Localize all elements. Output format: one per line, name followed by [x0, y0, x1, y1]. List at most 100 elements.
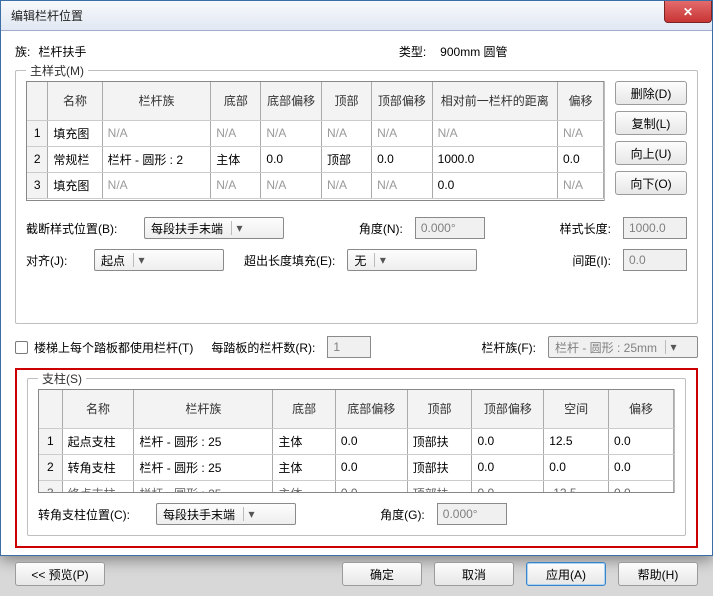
table-cell[interactable]: N/A	[372, 120, 433, 146]
table-cell[interactable]: N/A	[321, 172, 371, 198]
table-cell[interactable]: 栏杆 - 圆形 : 25	[134, 428, 273, 454]
table-cell[interactable]: N/A	[102, 120, 211, 146]
table-cell[interactable]: 1	[39, 428, 62, 454]
table-cell[interactable]: N/A	[211, 172, 261, 198]
type-label: 类型:	[399, 43, 426, 60]
table-cell[interactable]: 0.0	[544, 454, 609, 480]
table-cell[interactable]: 3	[39, 480, 62, 493]
table-cell[interactable]: N/A	[261, 172, 322, 198]
table-cell[interactable]: 顶部	[321, 146, 371, 172]
pcol-boff: 底部偏移	[335, 390, 407, 428]
chevron-down-icon: ▾	[133, 253, 149, 267]
break-select[interactable]: 每段扶手末端 ▾	[144, 217, 284, 239]
table-row[interactable]: 2常规栏栏杆 - 圆形 : 2主体0.0顶部0.01000.00.0	[27, 146, 603, 172]
table-cell[interactable]: N/A	[372, 172, 433, 198]
baluster-family-select[interactable]: 栏杆 - 圆形 : 25mm ▾	[548, 336, 698, 358]
preview-button[interactable]: << 预览(P)	[15, 562, 105, 586]
justify-row: 对齐(J): 起点 ▾ 超出长度填充(E): 无 ▾ 间距(I): 0.0	[26, 249, 687, 271]
col-dist: 相对前一栏杆的距离	[432, 82, 557, 120]
col-toff: 顶部偏移	[372, 82, 433, 120]
table-cell[interactable]: 0.0	[261, 146, 322, 172]
table-row[interactable]: 1填充图N/AN/AN/AN/AN/AN/AN/A	[27, 120, 603, 146]
table-cell[interactable]: 栏杆 - 圆形 : 25	[134, 454, 273, 480]
table-row[interactable]: 3终点支柱栏杆 - 圆形 : 25主体0.0顶部扶0.0-12.50.0	[39, 480, 673, 493]
dialog-title: 编辑栏杆位置	[11, 7, 83, 24]
table-cell[interactable]: N/A	[557, 120, 603, 146]
help-button[interactable]: 帮助(H)	[618, 562, 698, 586]
table-cell[interactable]: 填充图	[48, 172, 102, 198]
col-top: 顶部	[321, 82, 371, 120]
table-cell[interactable]: 转角支柱	[62, 454, 134, 480]
pcol-bottom: 底部	[273, 390, 336, 428]
table-row[interactable]: 2转角支柱栏杆 - 圆形 : 25主体0.0顶部扶0.00.00.0	[39, 454, 673, 480]
table-cell[interactable]: N/A	[557, 172, 603, 198]
table-cell[interactable]: 常规栏	[48, 146, 102, 172]
table-cell[interactable]: 0.0	[609, 428, 674, 454]
per-tread-input[interactable]: 1	[327, 336, 371, 358]
table-cell[interactable]: 栏杆 - 圆形 : 2	[102, 146, 211, 172]
corner-select-value: 每段扶手末端	[163, 506, 235, 523]
overflow-select[interactable]: 无 ▾	[347, 249, 477, 271]
table-cell[interactable]: 3	[27, 172, 48, 198]
justify-select[interactable]: 起点 ▾	[94, 249, 224, 271]
table-cell[interactable]: 主体	[273, 480, 336, 493]
stair-row: 楼梯上每个踏板都使用栏杆(T) 每踏板的栏杆数(R): 1 栏杆族(F): 栏杆…	[15, 336, 698, 358]
move-up-button[interactable]: 向上(U)	[615, 141, 687, 165]
apply-button[interactable]: 应用(A)	[526, 562, 606, 586]
table-row[interactable]: 3填充图N/AN/AN/AN/AN/A0.0N/A	[27, 172, 603, 198]
copy-button[interactable]: 复制(L)	[615, 111, 687, 135]
table-cell[interactable]: N/A	[432, 120, 557, 146]
table-cell[interactable]: 0.0	[472, 428, 544, 454]
table-cell[interactable]: 栏杆 - 圆形 : 25	[134, 480, 273, 493]
table-cell[interactable]: 起点支柱	[62, 428, 134, 454]
stair-checkbox[interactable]	[15, 341, 28, 354]
spacing-value: 0.0	[629, 253, 646, 267]
angle-n-input[interactable]: 0.000°	[415, 217, 485, 239]
angle-g-input[interactable]: 0.000°	[437, 503, 507, 525]
table-cell[interactable]: 1	[27, 120, 48, 146]
ok-button[interactable]: 确定	[342, 562, 422, 586]
table-cell[interactable]: 2	[27, 146, 48, 172]
table-cell[interactable]: N/A	[321, 120, 371, 146]
posts-table-scrollbar[interactable]	[674, 389, 675, 493]
table-cell[interactable]: 0.0	[335, 454, 407, 480]
posts-table[interactable]: 名称 栏杆族 底部 底部偏移 顶部 顶部偏移 空间 偏移	[38, 389, 674, 493]
table-cell[interactable]: 主体	[211, 146, 261, 172]
table-cell[interactable]: -12.5	[544, 480, 609, 493]
table-cell[interactable]: 0.0	[372, 146, 433, 172]
table-row[interactable]: 1起点支柱栏杆 - 圆形 : 25主体0.0顶部扶0.012.50.0	[39, 428, 673, 454]
table-cell[interactable]: 0.0	[432, 172, 557, 198]
table-cell[interactable]: 0.0	[609, 454, 674, 480]
main-table-scrollbar[interactable]	[604, 81, 605, 201]
table-cell[interactable]: 0.0	[557, 146, 603, 172]
move-down-button[interactable]: 向下(O)	[615, 171, 687, 195]
table-cell[interactable]: 终点支柱	[62, 480, 134, 493]
table-cell[interactable]: 0.0	[609, 480, 674, 493]
chevron-down-icon: ▾	[231, 221, 247, 235]
table-cell[interactable]: 2	[39, 454, 62, 480]
table-cell[interactable]: 顶部扶	[407, 428, 472, 454]
angle-g-label: 角度(G):	[380, 506, 425, 523]
table-cell[interactable]: 顶部扶	[407, 454, 472, 480]
table-cell[interactable]: 1000.0	[432, 146, 557, 172]
posts-group-highlight: 支柱(S) 名称 栏杆族	[15, 368, 698, 548]
delete-button[interactable]: 删除(D)	[615, 81, 687, 105]
cancel-button[interactable]: 取消	[434, 562, 514, 586]
corner-select[interactable]: 每段扶手末端 ▾	[156, 503, 296, 525]
table-cell[interactable]: N/A	[211, 120, 261, 146]
table-cell[interactable]: 12.5	[544, 428, 609, 454]
table-cell[interactable]: N/A	[261, 120, 322, 146]
table-cell[interactable]: 0.0	[335, 480, 407, 493]
table-cell[interactable]: 0.0	[472, 480, 544, 493]
table-cell[interactable]: 主体	[273, 428, 336, 454]
spacing-input[interactable]: 0.0	[623, 249, 687, 271]
table-cell[interactable]: 填充图	[48, 120, 102, 146]
table-cell[interactable]: 主体	[273, 454, 336, 480]
table-cell[interactable]: 顶部扶	[407, 480, 472, 493]
table-cell[interactable]: N/A	[102, 172, 211, 198]
table-cell[interactable]: 0.0	[472, 454, 544, 480]
table-cell[interactable]: 0.0	[335, 428, 407, 454]
break-row: 截断样式位置(B): 每段扶手末端 ▾ 角度(N): 0.000° 样式长度: …	[26, 217, 687, 239]
close-button[interactable]: ✕	[664, 1, 712, 23]
main-table[interactable]: 名称 栏杆族 底部 底部偏移 顶部 顶部偏移 相对前一栏杆的距离 偏移	[26, 81, 604, 201]
